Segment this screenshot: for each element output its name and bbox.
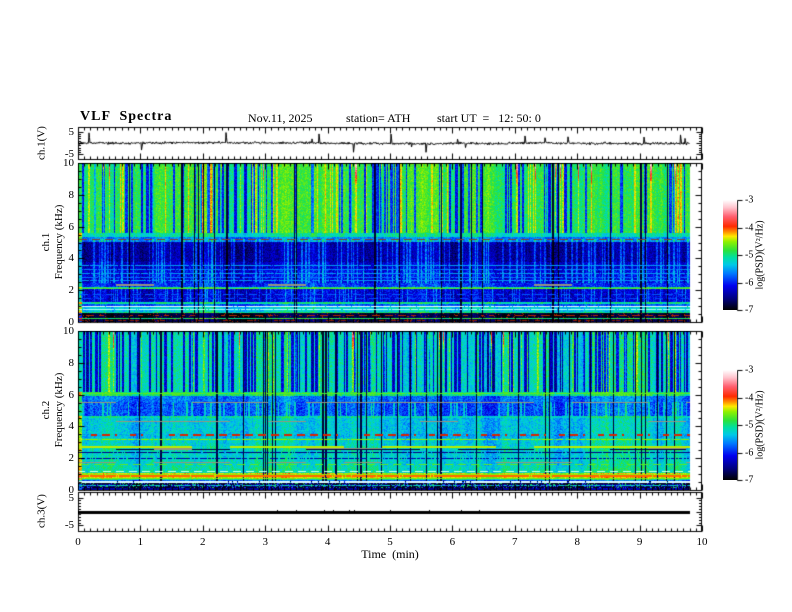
freq-tick-label: 4 [68, 252, 75, 265]
ch1-spec-ylabel-line2: Frequency (kHz) [53, 204, 65, 280]
time-tick-label: 6 [449, 536, 456, 548]
freq-tick-label: 4 [68, 420, 75, 433]
volt-tick-label: 5 [68, 125, 75, 138]
figure-start-ut: start UT = 12: 50: 0 [437, 111, 541, 125]
ch3-wave-ylabel: ch.3(V) [35, 494, 48, 528]
freq-tick-label: 8 [68, 188, 75, 201]
ch1-spec-ylabel-line1: ch.1 [39, 232, 52, 252]
colorbar-ch2 [723, 370, 737, 480]
time-tick-label: 8 [574, 536, 580, 548]
colorbar-tick-label: -3 [745, 194, 754, 206]
freq-tick-label: 2 [68, 452, 75, 465]
colorbar-ch1-gradient [723, 200, 737, 310]
freq-tick-label: 6 [68, 220, 75, 233]
time-axis-title: Time (min) [361, 547, 419, 561]
colorbar-tick-label: -7 [745, 304, 754, 316]
colorbar-tick-label: -7 [745, 474, 754, 486]
ch1-wave-ylabel: ch.1(V) [35, 126, 48, 160]
figure-date: Nov.11, 2025 [248, 111, 313, 125]
freq-tick-label: 2 [68, 284, 75, 297]
ch2-spec-ylabel: ch.2 Frequency (kHz) [40, 373, 66, 448]
colorbar-tick-label: -6 [745, 447, 754, 458]
volt-tick-label: 5 [68, 491, 75, 504]
freq-tick-label: 10 [63, 325, 74, 337]
colorbar-ch2-label: log(PSD)(V²/Hz) [754, 390, 766, 460]
figure-title: VLF Spectra [80, 109, 173, 124]
time-tick-label: 10 [696, 536, 708, 548]
colorbar-ch1 [723, 200, 737, 310]
freq-tick-label: 6 [68, 388, 75, 401]
colorbar-tick-label: -4 [745, 222, 754, 233]
time-tick-label: 9 [636, 536, 643, 548]
volt-tick-label: -5 [64, 148, 74, 161]
ch2-spec-ylabel-line2: Frequency (kHz) [53, 372, 65, 448]
ch1-spec-ylabel: ch.1 Frequency (kHz) [40, 205, 66, 280]
colorbar-ch1-label: log(PSD)(V²/Hz) [754, 220, 766, 290]
time-tick-label: 5 [387, 536, 393, 548]
colorbar-tick-label: -6 [745, 277, 754, 288]
time-tick-label: 7 [512, 536, 518, 548]
vlf-spectra-figure: VLF Spectra Nov.11, 2025 station= ATH st… [0, 0, 792, 612]
time-tick-label: 3 [262, 536, 268, 548]
freq-tick-label: 8 [68, 356, 75, 369]
time-tick-label: 0 [75, 536, 81, 548]
colorbar-tick-label: -5 [745, 249, 754, 261]
ch2-spec-ylabel-line1: ch.2 [39, 400, 52, 420]
figure-station: station= ATH [346, 111, 411, 125]
volt-tick-label: -5 [64, 519, 74, 532]
colorbar-tick-label: -5 [745, 419, 754, 431]
time-tick-label: 1 [137, 536, 144, 548]
time-tick-label: 2 [200, 536, 206, 548]
colorbar-ch2-gradient [723, 370, 737, 480]
colorbar-tick-label: -3 [745, 364, 754, 376]
colorbar-tick-label: -4 [745, 392, 754, 403]
time-tick-label: 4 [324, 536, 331, 548]
axes-canvas [0, 0, 792, 612]
